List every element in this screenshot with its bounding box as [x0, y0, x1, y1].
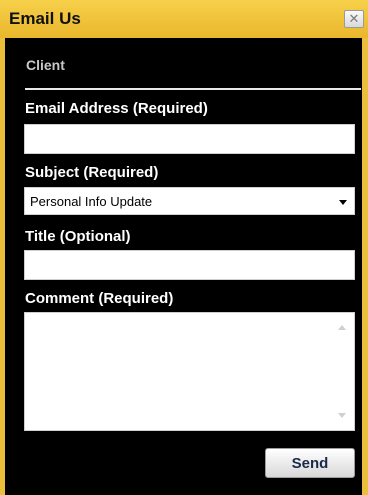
dialog-title: Email Us	[9, 9, 81, 28]
subject-selected-value: Personal Info Update	[30, 194, 153, 209]
section-label-client: Client	[26, 57, 65, 73]
dialog-titlebar[interactable]: Email Us ✕	[0, 0, 368, 38]
close-icon: ✕	[348, 11, 360, 26]
subject-select[interactable]: Personal Info Update	[24, 187, 355, 215]
subject-label: Subject (Required)	[25, 164, 159, 181]
email-us-dialog: Email Us ✕ Client Email Address (Require…	[0, 0, 368, 495]
comment-textarea[interactable]	[24, 312, 355, 431]
section-divider	[25, 88, 361, 90]
scroll-down-arrow-icon[interactable]	[338, 413, 346, 418]
comment-label: Comment (Required)	[25, 290, 174, 307]
email-address-field[interactable]	[24, 124, 355, 154]
title-field[interactable]	[24, 250, 355, 280]
send-button[interactable]: Send	[265, 448, 355, 478]
chevron-down-icon[interactable]	[339, 200, 347, 205]
title-label: Title (Optional)	[25, 228, 131, 245]
scroll-up-arrow-icon[interactable]	[338, 325, 346, 330]
close-button[interactable]: ✕	[344, 10, 364, 28]
email-address-label: Email Address (Required)	[25, 100, 208, 117]
